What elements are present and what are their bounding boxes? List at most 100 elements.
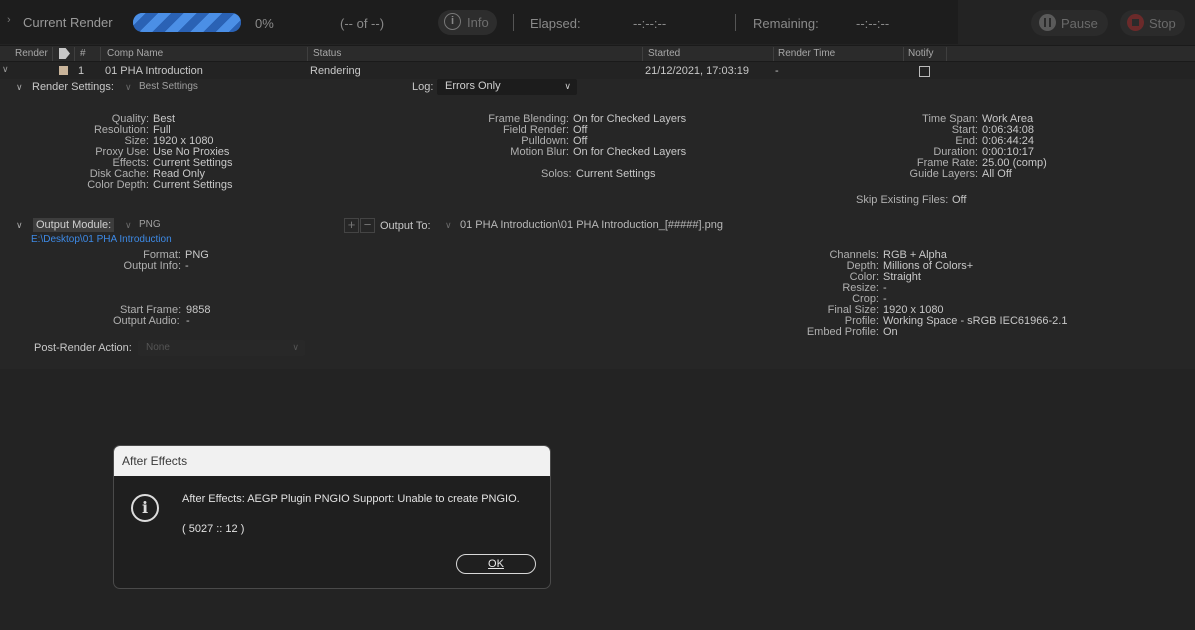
setting-row: Color: Straight (790, 271, 1090, 283)
setting-row: Frame Rate: 25.00 (comp) (870, 157, 1070, 169)
setting-row: Proxy Use: Use No Proxies (60, 146, 240, 158)
output-module-left: Format: PNG Output Info: - (60, 249, 260, 272)
setting-row: End: 0:06:44:24 (870, 135, 1070, 147)
setting-row: Effects: Current Settings (60, 157, 240, 169)
setting-row: Frame Blending: On for Checked Layers (430, 113, 700, 125)
setting-label: Output Info: (123, 260, 181, 272)
current-render-label: Current Render (23, 15, 113, 30)
progress-percent: 0% (255, 16, 274, 31)
post-render-label: Post-Render Action: (34, 342, 132, 354)
chevron-down-icon[interactable]: ∨ (16, 82, 23, 93)
chevron-right-icon[interactable]: › (7, 14, 11, 26)
setting-row: Resolution: Full (60, 124, 240, 136)
table-row[interactable]: ∨ 1 01 PHA Introduction Rendering 21/12/… (0, 63, 1195, 79)
output-audio-value: - (186, 315, 190, 327)
column-number[interactable]: # (80, 48, 86, 59)
chevron-down-icon[interactable]: ∨ (16, 220, 23, 231)
chevron-down-icon: ∨ (564, 81, 571, 91)
chevron-down-icon[interactable]: ∨ (125, 82, 132, 93)
setting-value[interactable]: On for Checked Layers (573, 146, 686, 158)
setting-row: Color Depth: Current Settings (60, 179, 240, 191)
label-tag-icon[interactable] (59, 48, 70, 59)
column-render-time[interactable]: Render Time (778, 48, 835, 59)
render-progress-bar: › Current Render 0% (-- of --) i Info El… (0, 0, 958, 44)
row-status: Rendering (310, 65, 361, 77)
skip-existing-label: Skip Existing Files: (856, 194, 949, 206)
setting-row: Motion Blur: On for Checked Layers (430, 146, 700, 158)
row-started: 21/12/2021, 17:03:19 (645, 65, 749, 77)
info-icon: i (444, 13, 461, 30)
output-to-value[interactable]: 01 PHA Introduction\01 PHA Introduction_… (460, 219, 723, 231)
setting-row: Final Size: 1920 x 1080 (790, 304, 1090, 316)
setting-row: Guide Layers: All Off (870, 168, 1070, 180)
setting-value: - (185, 260, 189, 272)
setting-row: Start: 0:06:34:08 (870, 124, 1070, 136)
chevron-down-icon[interactable]: ∨ (125, 220, 132, 231)
ok-button[interactable]: OK (456, 554, 536, 574)
column-started[interactable]: Started (648, 48, 680, 59)
log-dropdown-value: Errors Only (445, 80, 501, 92)
progress-bar (133, 13, 241, 32)
row-number: 1 (78, 65, 85, 77)
info-button-label: Info (467, 15, 489, 30)
remaining-label: Remaining: (753, 16, 819, 31)
row-comp-name[interactable]: 01 PHA Introduction (105, 65, 203, 77)
stop-button[interactable]: Stop (1120, 10, 1185, 36)
render-settings-preset[interactable]: Best Settings (139, 81, 198, 92)
setting-row: Format: PNG (60, 249, 260, 261)
column-comp-name[interactable]: Comp Name (107, 48, 163, 59)
info-icon: i (131, 494, 159, 522)
setting-value[interactable]: All Off (982, 168, 1012, 180)
setting-row: Embed Profile: On (790, 326, 1090, 338)
render-settings-label: Render Settings: (32, 81, 114, 93)
solos-label: Solos: (541, 168, 572, 180)
render-settings-col3: Time Span: Work Area Start: 0:06:34:08 End: 0… (870, 113, 1070, 180)
setting-value: On (883, 326, 898, 338)
post-render-dropdown[interactable]: None ∨ (138, 340, 305, 356)
chevron-down-icon[interactable]: ∨ (445, 220, 452, 231)
output-module-preset[interactable]: PNG (139, 219, 161, 230)
notify-checkbox[interactable] (919, 66, 930, 77)
column-render[interactable]: Render (15, 48, 48, 59)
post-render-value: None (146, 342, 170, 353)
pause-button[interactable]: Pause (1031, 10, 1108, 36)
divider (735, 14, 736, 31)
output-module-right: Channels: RGB + Alpha Depth: Millions of Co… (790, 249, 1090, 338)
setting-row: Quality: Best (60, 113, 240, 125)
chevron-down-icon: ∨ (292, 342, 299, 352)
setting-label: Guide Layers: (909, 168, 978, 180)
label-color-swatch[interactable] (59, 66, 68, 75)
pause-label: Pause (1061, 16, 1098, 31)
stop-label: Stop (1149, 16, 1176, 31)
setting-row: Size: 1920 x 1080 (60, 135, 240, 147)
setting-label: Color Depth: (87, 179, 149, 191)
plus-icon[interactable]: + (344, 218, 359, 233)
setting-row: Disk Cache: Read Only (60, 168, 240, 180)
setting-row: Time Span: Work Area (870, 113, 1070, 125)
dialog-title: After Effects (114, 446, 550, 476)
output-to-label: Output To: (380, 220, 431, 232)
render-queue-header: Render # Comp Name Status Started Render… (0, 45, 1195, 62)
setting-row: Output Info: - (60, 260, 260, 272)
setting-label: Motion Blur: (510, 146, 569, 158)
error-dialog: After Effects i After Effects: AEGP Plug… (113, 445, 551, 589)
setting-row: Field Render: Off (430, 124, 700, 136)
render-settings-col1: Quality: Best Resolution: Full Size: 1920 x 1… (60, 113, 240, 191)
skip-existing-value[interactable]: Off (952, 194, 966, 206)
output-module-label[interactable]: Output Module: (33, 218, 115, 232)
setting-label: Embed Profile: (806, 326, 879, 338)
column-status[interactable]: Status (313, 48, 341, 59)
column-notify[interactable]: Notify (908, 48, 934, 59)
minus-icon[interactable]: − (360, 218, 375, 233)
setting-row: Crop: - (790, 293, 1090, 305)
setting-value[interactable]: Current Settings (153, 179, 232, 191)
info-button[interactable]: i Info (438, 10, 497, 35)
chevron-down-icon[interactable]: ∨ (2, 64, 9, 75)
log-dropdown[interactable]: Errors Only ∨ (437, 79, 577, 95)
output-path-link[interactable]: E:\Desktop\01 PHA Introduction (31, 234, 172, 245)
elapsed-value: --:--:-- (633, 16, 667, 31)
elapsed-label: Elapsed: (530, 16, 581, 31)
setting-row: Channels: RGB + Alpha (790, 249, 1090, 261)
dialog-message: After Effects: AEGP Plugin PNGIO Support… (182, 493, 520, 505)
remaining-value: --:--:-- (856, 16, 890, 31)
